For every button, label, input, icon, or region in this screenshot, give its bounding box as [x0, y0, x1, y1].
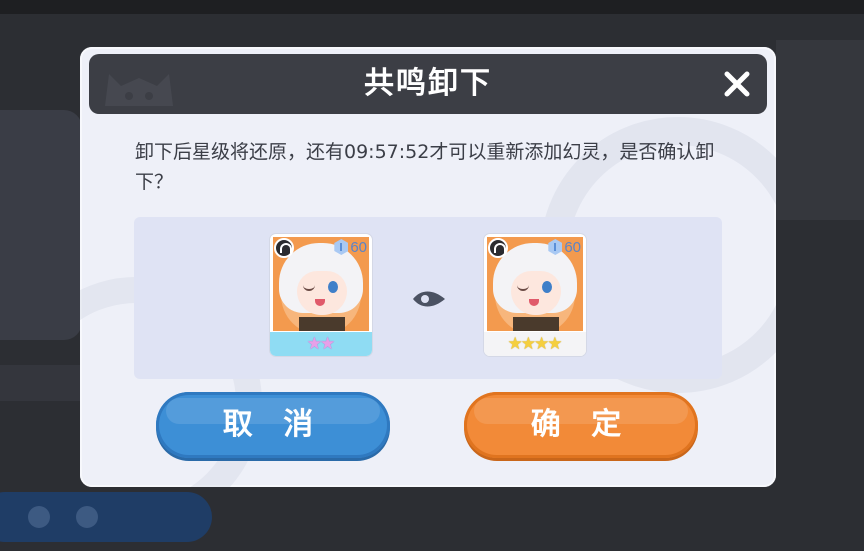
- star-icon: ★: [320, 334, 336, 354]
- background-left-panel: [0, 110, 82, 340]
- confirm-button-label: 确 定: [530, 407, 632, 442]
- level-badge: 60: [334, 237, 367, 257]
- level-value: 60: [350, 238, 367, 256]
- dialog-message: 卸下后星级将还原，还有09:57:52才可以重新添加幻灵，是否确认卸下？: [135, 141, 715, 193]
- level-gem-icon: [334, 239, 349, 255]
- background-dot: [28, 506, 50, 528]
- star-rating: ★ ★ ★ ★: [484, 332, 586, 356]
- level-badge: 60: [548, 237, 581, 257]
- character-card-before: 60 ★ ★: [269, 233, 373, 357]
- character-card-after: 60 ★ ★ ★ ★: [483, 233, 587, 357]
- star-icon: ★: [547, 334, 563, 354]
- cancel-button[interactable]: 取 消: [156, 392, 390, 458]
- background-dot: [76, 506, 98, 528]
- cancel-button-label: 取 消: [222, 407, 324, 442]
- element-badge-icon: [488, 238, 508, 258]
- star-compare-panel: 60 ★ ★ 60 ★ ★ ★ ★: [134, 217, 722, 379]
- background-button: [0, 492, 212, 542]
- resonance-unload-dialog: 共鸣卸下 卸下后星级将还原，还有09:57:52才可以重新添加幻灵，是否确认卸下…: [80, 47, 776, 487]
- level-gem-icon: [548, 239, 563, 255]
- level-value: 60: [564, 238, 581, 256]
- star-rating: ★ ★: [270, 332, 372, 356]
- arrow-right-icon: [413, 291, 445, 307]
- element-badge-icon: [274, 238, 294, 258]
- background-left-row: [0, 365, 82, 401]
- close-icon[interactable]: [721, 68, 753, 100]
- background-right-strip: [776, 40, 864, 220]
- confirm-button[interactable]: 确 定: [464, 392, 698, 458]
- background-top-bar: [0, 0, 864, 14]
- dialog-header: 共鸣卸下: [89, 54, 767, 114]
- dialog-title: 共鸣卸下: [364, 66, 492, 101]
